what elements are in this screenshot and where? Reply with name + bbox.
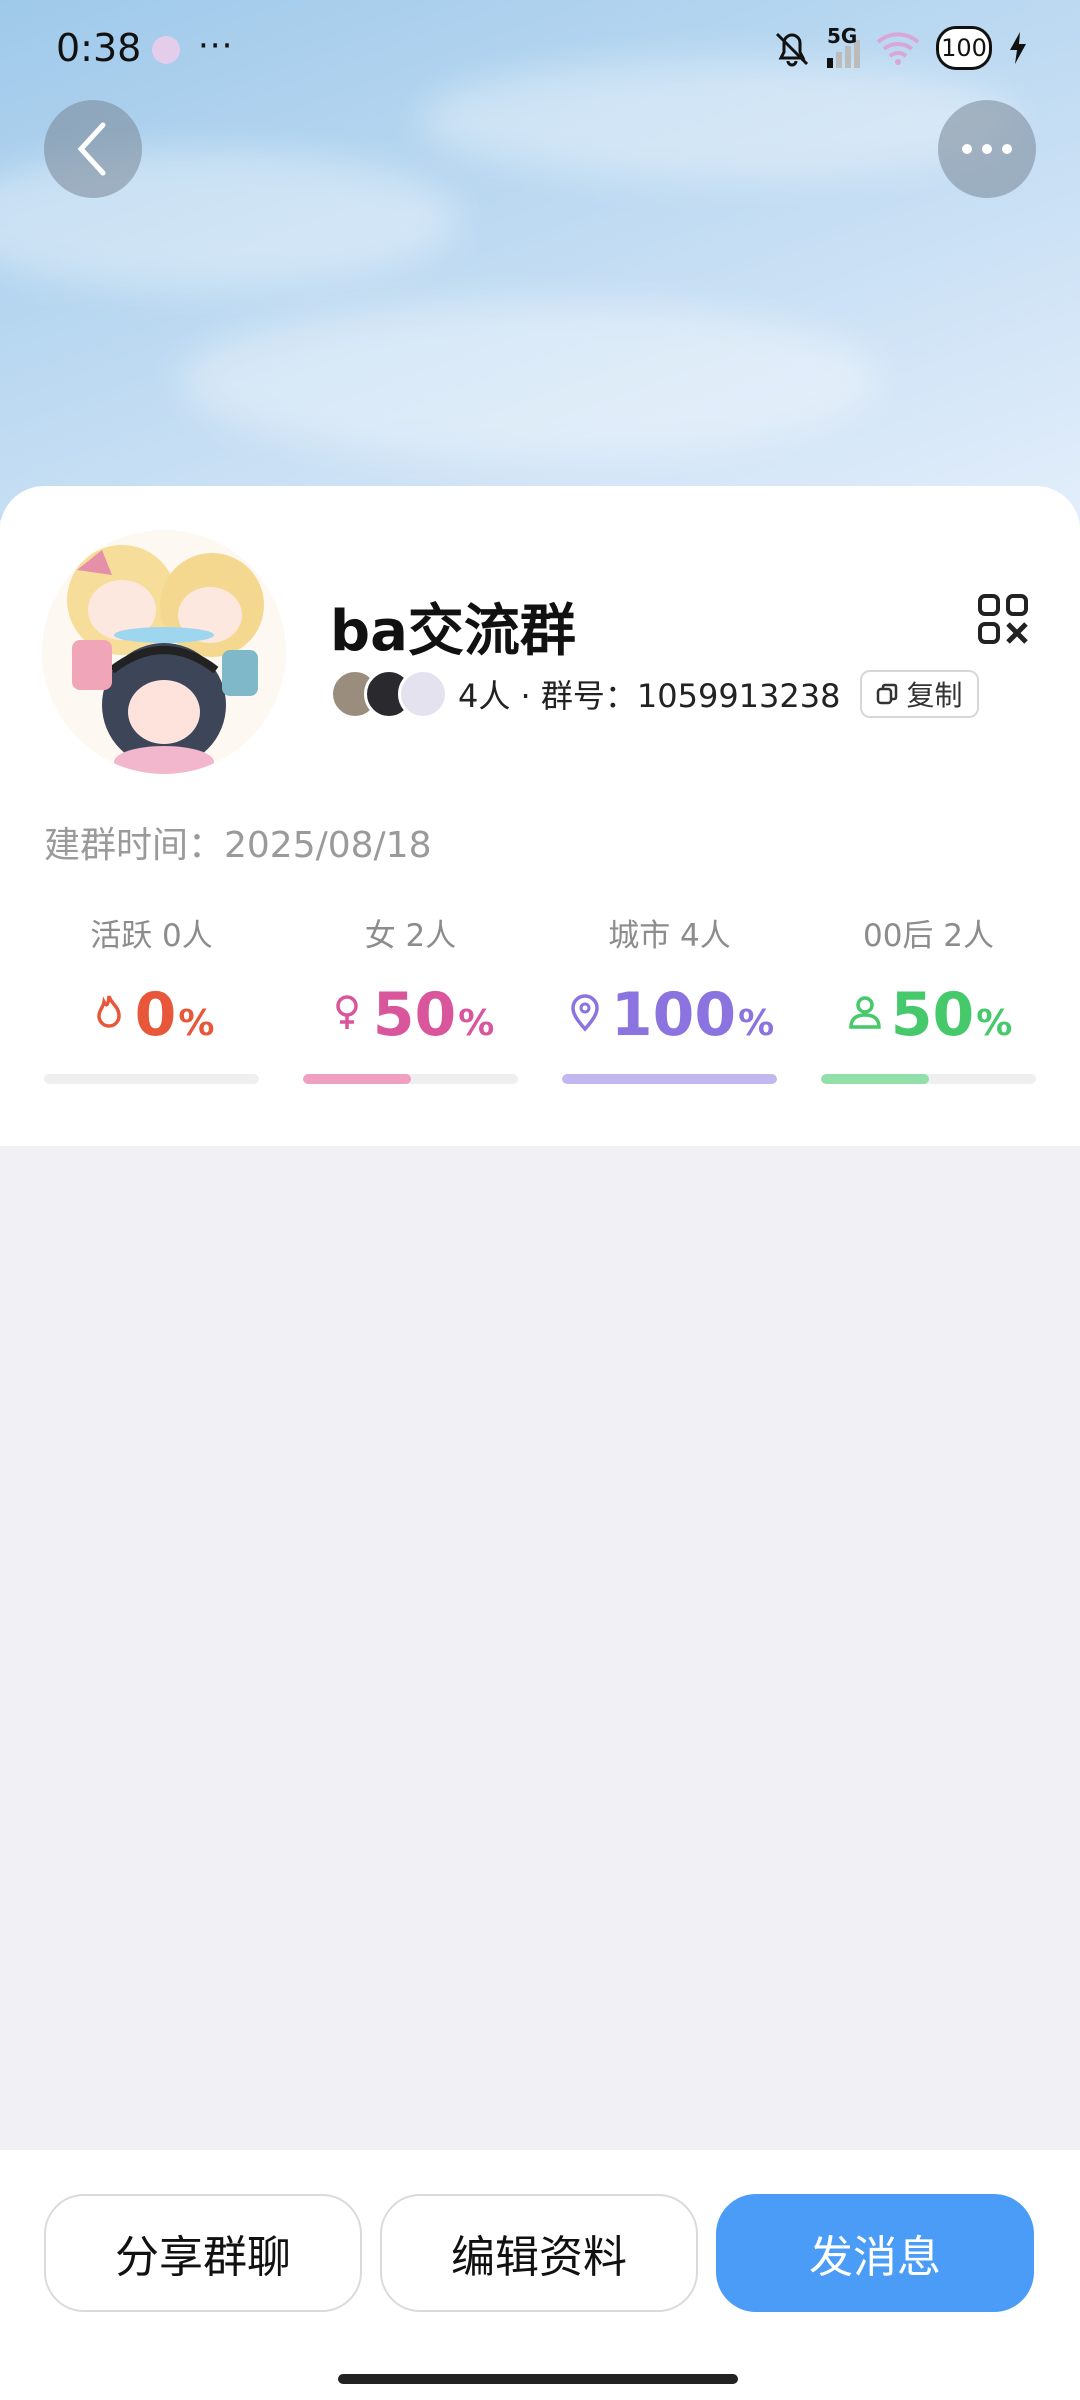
stat-value: 50	[372, 980, 457, 1050]
stat-label: 活跃 0人	[90, 918, 213, 954]
chevron-left-icon	[77, 122, 106, 176]
qr-code-icon[interactable]	[978, 594, 1028, 644]
stat-value: 0	[134, 980, 177, 1050]
stat-label: 女 2人	[364, 918, 457, 954]
progress-bar	[303, 1074, 518, 1084]
progress-bar	[821, 1074, 1036, 1084]
sim-icon	[152, 36, 180, 64]
stat-city[interactable]: 城市 4人 100 %	[562, 910, 777, 1084]
status-time: 0:38	[56, 26, 142, 70]
more-dots-icon	[962, 144, 1012, 154]
send-message-button[interactable]: 发消息	[716, 2194, 1034, 2312]
progress-bar	[44, 1074, 259, 1084]
person-icon	[848, 996, 881, 1029]
female-icon	[335, 995, 358, 1029]
member-avatar	[398, 669, 448, 719]
progress-fill	[303, 1074, 411, 1084]
stat-label: 城市 4人	[608, 918, 731, 954]
progress-fill	[821, 1074, 929, 1084]
charging-icon	[1010, 32, 1026, 64]
group-avatar[interactable]	[42, 530, 286, 774]
share-group-button[interactable]: 分享群聊	[44, 2194, 362, 2312]
wifi-icon	[876, 32, 920, 65]
stat-value: 100	[610, 980, 737, 1050]
location-pin-icon	[571, 994, 599, 1032]
back-button[interactable]	[44, 100, 142, 198]
group-stats: 活跃 0人 0 % 女 2人 50 % 城市 4人 100 % 00后 2人 5…	[44, 910, 1036, 1084]
network-type: 5G	[827, 24, 858, 48]
home-indicator[interactable]	[338, 2374, 738, 2384]
stat-unit: %	[738, 1003, 775, 1044]
stat-age[interactable]: 00后 2人 50 %	[821, 910, 1036, 1084]
stat-label: 00后 2人	[862, 918, 995, 954]
stat-unit: %	[976, 1003, 1013, 1044]
progress-bar	[562, 1074, 777, 1084]
group-name: ba交流群	[330, 599, 576, 664]
mute-bell-icon	[775, 32, 809, 67]
member-count-and-id: 4人 · 群号：1059913238	[458, 677, 841, 715]
anime-characters-avatar-image	[42, 530, 286, 774]
created-date: 建群时间：2025/08/18	[44, 825, 432, 866]
stat-female[interactable]: 女 2人 50 %	[303, 910, 518, 1084]
stat-active[interactable]: 活跃 0人 0 %	[44, 910, 259, 1084]
flame-icon	[96, 995, 121, 1028]
signal-icon: 5G	[827, 24, 860, 68]
status-bar: 0:38 ··· 5G 100	[0, 0, 1080, 100]
more-options-button[interactable]	[938, 100, 1036, 198]
copy-icon	[877, 683, 898, 705]
stat-value: 50	[890, 980, 975, 1050]
copy-label: 复制	[906, 679, 963, 712]
progress-fill	[562, 1074, 777, 1084]
stat-unit: %	[458, 1003, 495, 1044]
edit-profile-button[interactable]: 编辑资料	[380, 2194, 698, 2312]
copy-group-id-button[interactable]: 复制	[860, 670, 979, 718]
battery-indicator: 100	[936, 26, 992, 70]
more-notifications-icon: ···	[198, 26, 234, 66]
group-meta-row: 4人 · 群号：1059913238 复制	[330, 666, 979, 722]
stat-unit: %	[178, 1003, 215, 1044]
